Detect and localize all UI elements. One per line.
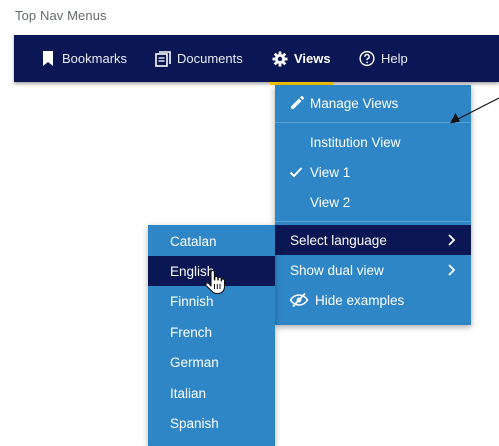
nav-item-bookmarks[interactable]: Bookmarks — [40, 35, 127, 82]
gear-icon — [272, 51, 288, 67]
chevron-right-icon — [447, 233, 457, 247]
language-label: Catalan — [170, 233, 217, 249]
documents-icon — [155, 50, 171, 67]
menu-divider — [275, 221, 471, 222]
menu-item-hide-examples[interactable]: Hide examples — [275, 285, 471, 315]
language-item-italian[interactable]: Italian — [148, 378, 275, 408]
help-icon — [359, 50, 375, 67]
menu-item-label: Show dual view — [290, 262, 384, 278]
chevron-right-icon — [447, 263, 457, 277]
menu-item-label: Institution View — [310, 134, 401, 150]
language-item-catalan[interactable]: Catalan — [148, 226, 275, 256]
bookmark-icon — [40, 51, 56, 67]
top-nav-bar: Bookmarks Documents Views Help — [14, 35, 499, 85]
language-label: Italian — [170, 385, 207, 401]
menu-item-show-dual-view[interactable]: Show dual view — [275, 255, 471, 285]
nav-item-views[interactable]: Views — [270, 35, 333, 85]
menu-item-label: View 2 — [310, 194, 351, 210]
language-label: French — [170, 324, 213, 340]
language-label: Finnish — [170, 293, 214, 309]
annotation-arrow-icon — [440, 96, 499, 130]
language-submenu: Catalan English Finnish French German It… — [148, 225, 275, 446]
language-label: Spanish — [170, 415, 219, 431]
nav-label: Views — [294, 51, 331, 66]
eye-slash-icon — [289, 292, 309, 308]
language-item-french[interactable]: French — [148, 317, 275, 347]
checkmark-icon — [289, 165, 303, 179]
menu-item-view-2[interactable]: View 2 — [275, 187, 471, 217]
menu-item-select-language[interactable]: Select language — [275, 225, 471, 255]
menu-item-view-1[interactable]: View 1 — [275, 157, 471, 187]
menu-item-label: Manage Views — [310, 95, 399, 111]
page-title: Top Nav Menus — [15, 8, 107, 23]
language-item-german[interactable]: German — [148, 347, 275, 377]
nav-label: Documents — [177, 51, 243, 66]
language-item-spanish[interactable]: Spanish — [148, 408, 275, 438]
nav-item-documents[interactable]: Documents — [155, 35, 243, 82]
pencil-icon — [289, 95, 305, 111]
nav-label: Bookmarks — [62, 51, 128, 66]
menu-item-label: Hide examples — [315, 292, 405, 308]
hand-cursor-icon — [205, 269, 226, 295]
menu-item-institution-view[interactable]: Institution View — [275, 127, 471, 157]
menu-item-label: View 1 — [310, 164, 351, 180]
language-label: German — [170, 354, 219, 370]
nav-label: Help — [381, 51, 408, 66]
menu-item-label: Select language — [290, 232, 387, 248]
nav-item-help[interactable]: Help — [359, 35, 408, 82]
